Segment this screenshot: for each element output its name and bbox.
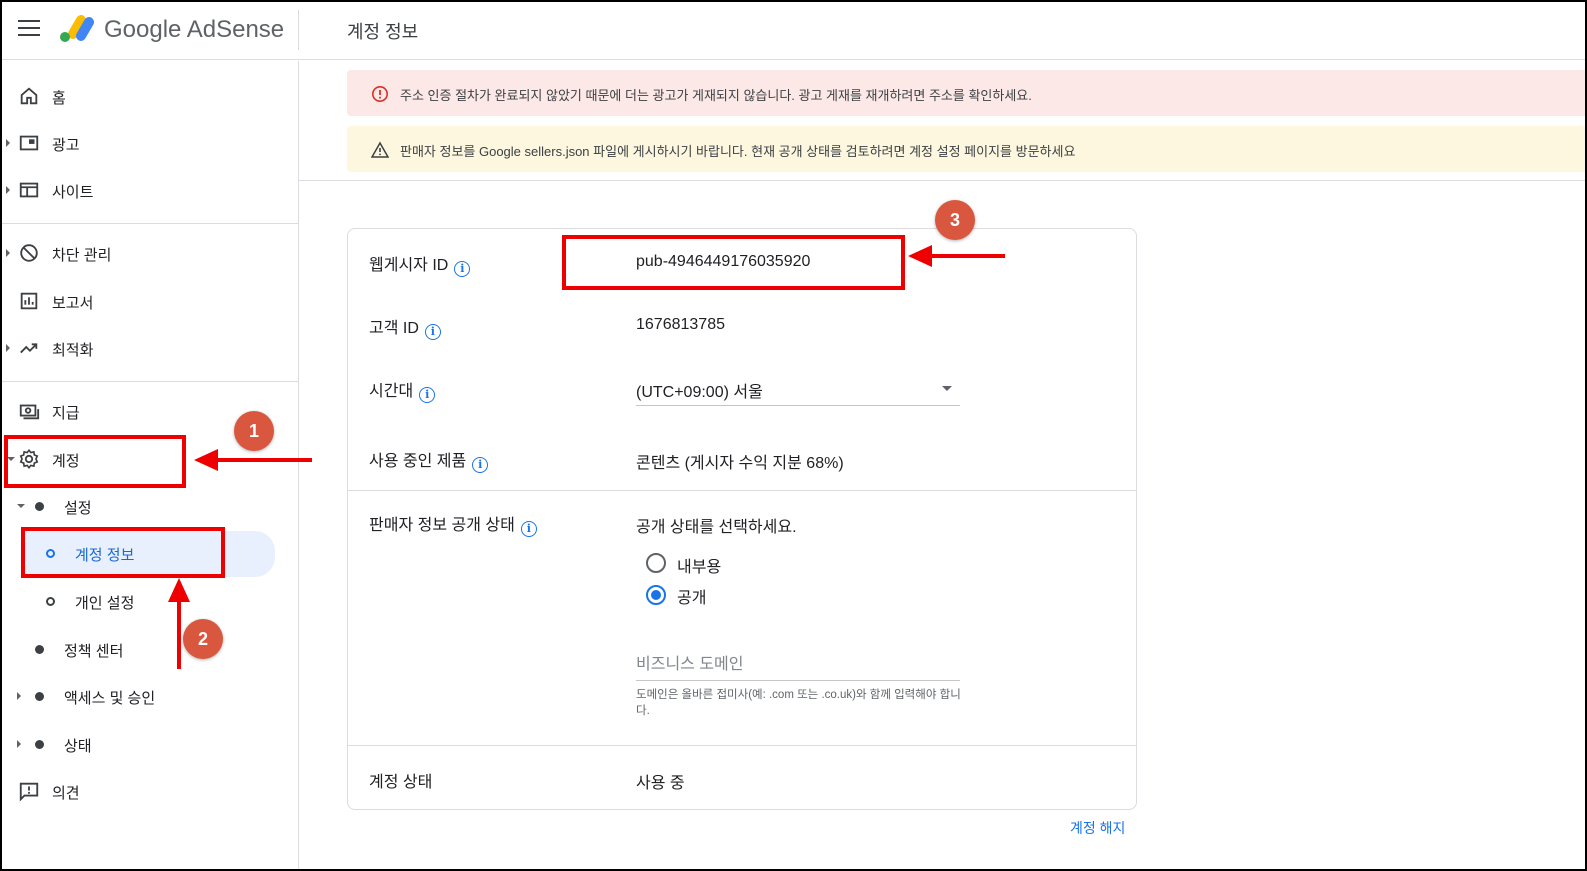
sidebar-item-label: 보고서	[52, 295, 94, 312]
visibility-option-label[interactable]: 내부용	[677, 553, 721, 577]
info-icon[interactable]: i	[454, 261, 471, 277]
account-status-label: 계정 상태	[369, 774, 433, 791]
dropdown-arrow-icon	[942, 386, 952, 391]
timezone-selected-value: (UTC+09:00) 서울	[636, 384, 763, 401]
payments-icon	[19, 404, 40, 420]
ads-icon	[19, 135, 39, 151]
sidebar-item-account-info[interactable]: 계정 정보	[22, 531, 275, 577]
seller-visibility-prompt: 공개 상태를 선택하세요.	[636, 519, 797, 536]
card-divider	[348, 490, 1136, 491]
page-title: 계정 정보	[347, 22, 419, 42]
bullet-ring-icon	[46, 597, 55, 606]
sidebar-item-status[interactable]: 상태	[0, 724, 299, 764]
account-status-value: 사용 중	[636, 775, 685, 792]
visibility-radio-public[interactable]	[646, 585, 666, 605]
visibility-radio-internal[interactable]	[646, 553, 666, 573]
expand-caret-icon	[17, 740, 21, 748]
hamburger-menu-icon[interactable]	[18, 20, 40, 38]
account-info-card: 웹게시자 ID i pub-4946449176035920 고객 ID i 167…	[347, 228, 1137, 810]
sidebar-item-label: 홈	[52, 90, 66, 107]
sidebar-item-label: 계정 정보	[75, 547, 135, 564]
adsense-logo-icon	[60, 15, 94, 42]
home-icon	[20, 87, 38, 105]
sidebar-item-ads[interactable]: 광고	[0, 123, 299, 163]
products-value: 콘텐츠 (게시자 수익 지분 68%)	[636, 455, 844, 472]
sidebar-item-sites[interactable]: 사이트	[0, 170, 299, 210]
warning-banner: 판매자 정보를 Google sellers.json 파일에 게시하시기 바랍…	[347, 126, 1587, 172]
domain-helper-text: 도메인은 올바른 접미사(예: .com 또는 .co.uk)와 함께 입력해야…	[636, 689, 961, 717]
warning-banner-text: 판매자 정보를 Google sellers.json 파일에 게시하시기 바랍…	[400, 144, 1076, 159]
sidebar-divider	[0, 223, 298, 224]
sidebar-item-access-authorization[interactable]: 액세스 및 승인	[0, 676, 299, 716]
block-icon	[20, 244, 38, 262]
sidebar-item-label: 광고	[52, 137, 80, 154]
content-divider	[299, 180, 1587, 181]
header-divider	[298, 10, 299, 50]
sidebar-item-label: 액세스 및 승인	[64, 690, 156, 707]
customer-id-label: 고객 ID i	[369, 314, 441, 340]
info-icon[interactable]: i	[520, 521, 537, 537]
timezone-label: 시간대 i	[369, 377, 436, 403]
error-banner-text: 주소 인증 절차가 완료되지 않았기 때문에 더는 광고가 게재되지 않습니다.…	[400, 88, 1032, 103]
visibility-option-label[interactable]: 공개	[677, 584, 706, 608]
collapse-caret-icon	[7, 457, 15, 461]
sidebar: 홈 광고 사이트 차단 관리 보고서 최적화 지급 계정 설정 계정 정보 개인…	[0, 61, 299, 871]
bullet-ring-icon	[46, 549, 55, 558]
app-header: Google AdSense 계정 정보	[0, 0, 1587, 60]
sidebar-item-blocking[interactable]: 차단 관리	[0, 233, 299, 273]
info-icon[interactable]: i	[419, 387, 436, 403]
publisher-id-label: 웹게시자 ID i	[369, 251, 471, 277]
sidebar-item-reports[interactable]: 보고서	[0, 281, 299, 321]
sidebar-item-label: 지급	[52, 405, 80, 422]
sidebar-item-label: 차단 관리	[52, 247, 112, 264]
sidebar-item-feedback[interactable]: 의견	[0, 771, 299, 811]
sidebar-item-label: 상태	[64, 738, 92, 755]
warning-icon	[371, 141, 389, 158]
sidebar-item-label: 의견	[52, 785, 80, 802]
bullet-dot-icon	[35, 692, 44, 701]
sidebar-item-optimization[interactable]: 최적화	[0, 328, 299, 368]
sidebar-item-label: 개인 설정	[75, 595, 135, 612]
card-divider	[348, 745, 1136, 746]
sidebar-item-label: 최적화	[52, 342, 94, 359]
sidebar-item-policy-center[interactable]: 정책 센터	[0, 629, 299, 669]
annotation-badge-3: 3	[935, 200, 975, 240]
sidebar-item-settings[interactable]: 설정	[0, 486, 299, 526]
bullet-dot-icon	[35, 502, 44, 511]
sidebar-divider	[0, 381, 298, 382]
info-icon[interactable]: i	[424, 324, 441, 340]
publisher-id-value: pub-4946449176035920	[636, 253, 811, 270]
customer-id-value: 1676813785	[636, 316, 725, 333]
trending-up-icon	[20, 343, 38, 354]
business-domain-input[interactable]	[636, 649, 960, 681]
info-icon[interactable]: i	[472, 457, 489, 473]
bullet-dot-icon	[35, 740, 44, 749]
expand-caret-icon	[17, 692, 21, 700]
error-banner: 주소 인증 절차가 완료되지 않았기 때문에 더는 광고가 게재되지 않습니다.…	[347, 70, 1587, 116]
collapse-caret-icon	[17, 504, 25, 508]
error-icon	[372, 86, 388, 102]
sidebar-item-label: 사이트	[52, 184, 94, 201]
brand-name: Google AdSense	[104, 16, 285, 43]
sites-icon	[19, 182, 39, 198]
annotation-badge-2: 2	[183, 619, 223, 659]
expand-caret-icon	[6, 344, 10, 352]
expand-caret-icon	[6, 139, 10, 147]
sidebar-item-personal-settings[interactable]: 개인 설정	[0, 581, 299, 621]
report-icon	[20, 292, 38, 310]
gear-icon	[19, 448, 39, 470]
products-label: 사용 중인 제품 i	[369, 447, 489, 473]
bullet-dot-icon	[35, 645, 44, 654]
seller-visibility-label: 판매자 정보 공개 상태 i	[369, 511, 537, 537]
terminate-account-link[interactable]: 계정 해지	[1070, 818, 1125, 838]
sidebar-item-label: 정책 센터	[64, 643, 124, 660]
expand-caret-icon	[6, 249, 10, 257]
feedback-icon	[19, 782, 39, 802]
timezone-select[interactable]: (UTC+09:00) 서울	[636, 374, 960, 406]
sidebar-item-home[interactable]: 홈	[0, 76, 299, 116]
sidebar-item-label: 계정	[52, 453, 80, 470]
annotation-badge-1: 1	[234, 411, 274, 451]
expand-caret-icon	[6, 186, 10, 194]
sidebar-item-label: 설정	[64, 500, 92, 517]
